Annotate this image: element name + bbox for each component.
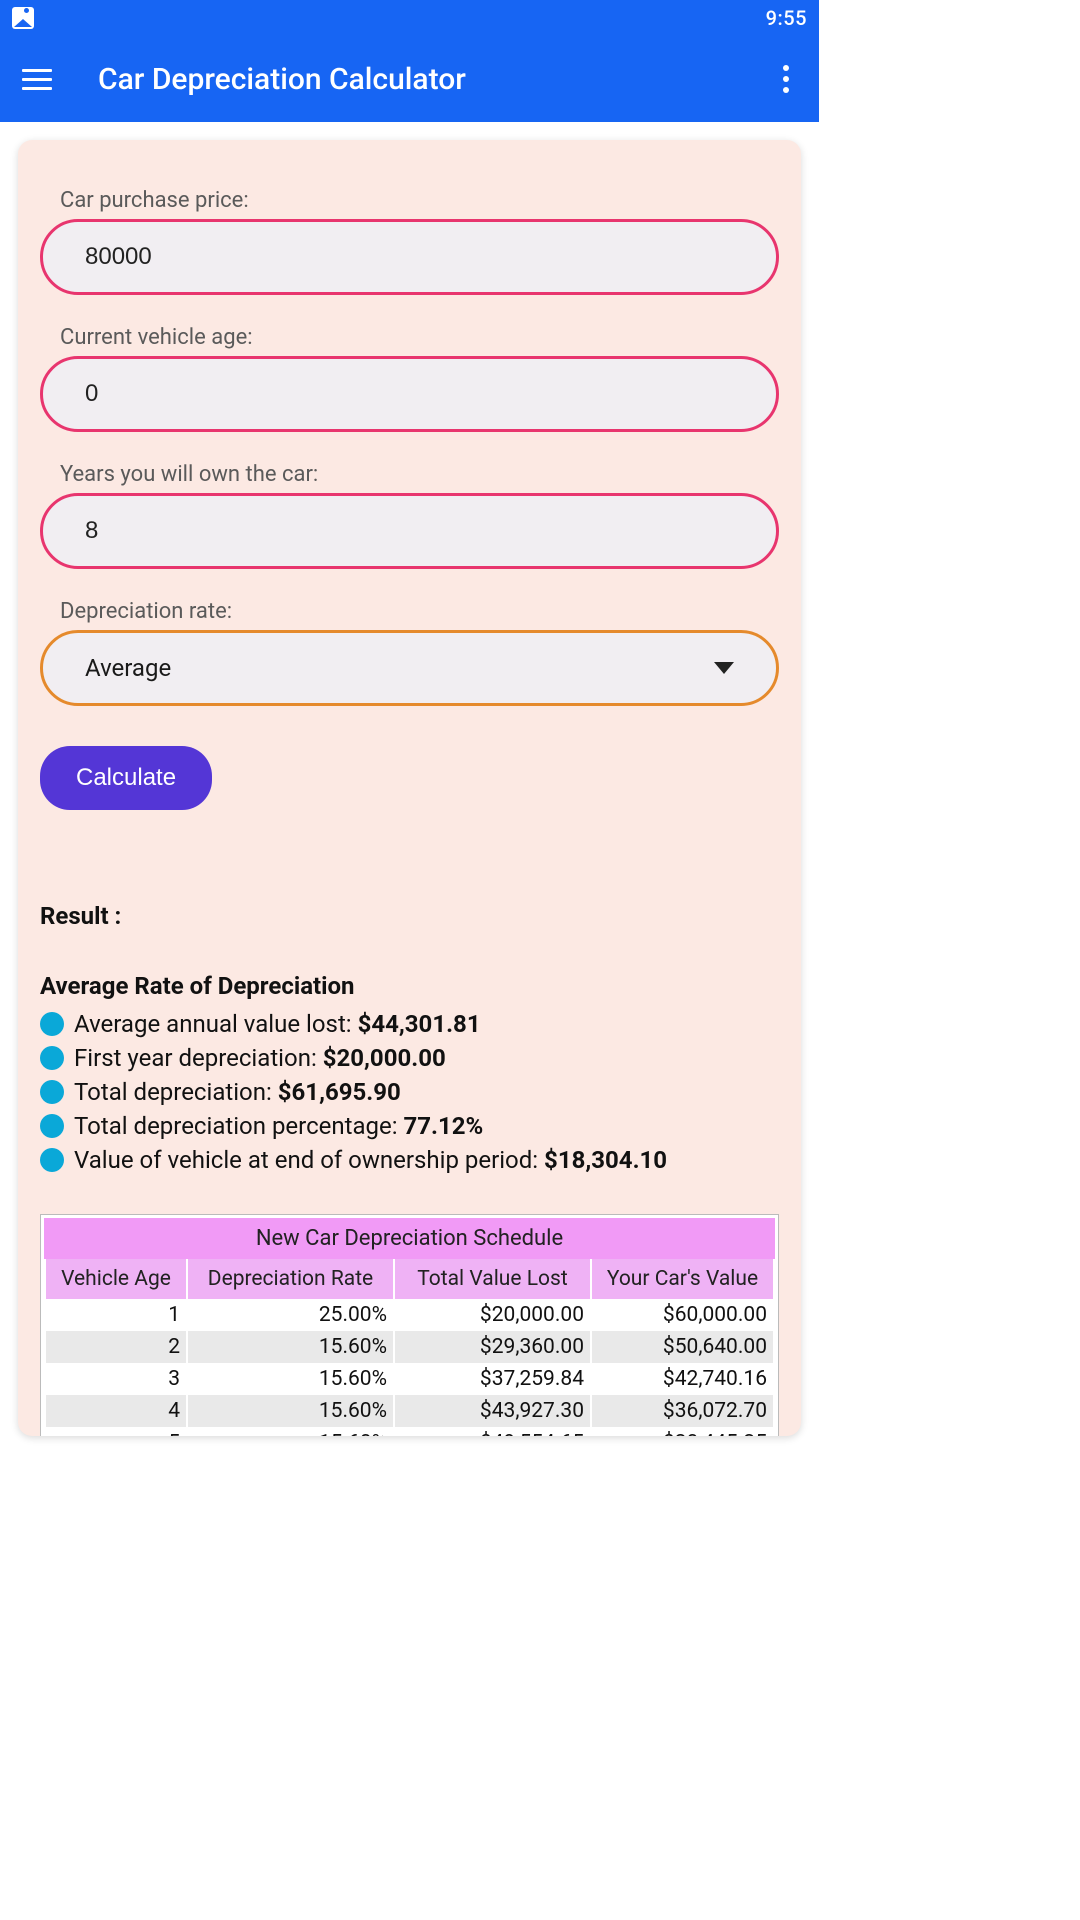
result-text: First year depreciation: $20,000.00 [74, 1044, 446, 1072]
bullet-icon [40, 1012, 64, 1036]
price-label: Car purchase price: [60, 188, 779, 213]
result-text: Total depreciation percentage: 77.12% [74, 1112, 483, 1140]
image-icon [12, 7, 34, 29]
chevron-down-icon [714, 662, 734, 674]
app-title: Car Depreciation Calculator [98, 62, 775, 97]
cell-value: $36,072.70 [592, 1395, 773, 1427]
th-value: Your Car's Value [592, 1259, 773, 1299]
table-row: 315.60%$37,259.84$42,740.16 [46, 1363, 773, 1395]
cell-age: 2 [46, 1331, 186, 1363]
bullet-icon [40, 1046, 64, 1070]
main-card: Car purchase price: Current vehicle age:… [18, 140, 801, 1436]
app-bar: Car Depreciation Calculator [0, 36, 819, 122]
table-row: 125.00%$20,000.00$60,000.00 [46, 1299, 773, 1331]
years-input[interactable] [40, 493, 779, 569]
cell-value: $42,740.16 [592, 1363, 773, 1395]
result-line: Value of vehicle at end of ownership per… [40, 1146, 779, 1174]
schedule-table: New Car Depreciation Schedule Vehicle Ag… [40, 1214, 779, 1436]
cell-value: $60,000.00 [592, 1299, 773, 1331]
status-time: 9:55 [766, 6, 807, 30]
cell-value: $50,640.00 [592, 1331, 773, 1363]
calculate-button[interactable]: Calculate [40, 746, 212, 810]
th-rate: Depreciation Rate [188, 1259, 393, 1299]
age-label: Current vehicle age: [60, 325, 779, 350]
cell-age: 3 [46, 1363, 186, 1395]
cell-age: 1 [46, 1299, 186, 1331]
price-input[interactable] [40, 219, 779, 295]
status-bar: 9:55 [0, 0, 819, 36]
cell-rate: 15.60% [188, 1331, 393, 1363]
table-row: 215.60%$29,360.00$50,640.00 [46, 1331, 773, 1363]
more-icon[interactable] [775, 57, 797, 101]
cell-lost: $49,554.65 [395, 1427, 590, 1436]
th-age: Vehicle Age [46, 1259, 186, 1299]
result-line: Average annual value lost: $44,301.81 [40, 1010, 779, 1038]
table-title: New Car Depreciation Schedule [44, 1218, 775, 1259]
cell-rate: 15.60% [188, 1427, 393, 1436]
table-row: 415.60%$43,927.30$36,072.70 [46, 1395, 773, 1427]
status-left [12, 7, 34, 29]
result-text: Total depreciation: $61,695.90 [74, 1078, 401, 1106]
cell-lost: $29,360.00 [395, 1331, 590, 1363]
result-text: Average annual value lost: $44,301.81 [74, 1010, 481, 1038]
result-text: Value of vehicle at end of ownership per… [74, 1146, 667, 1174]
cell-age: 5 [46, 1427, 186, 1436]
cell-rate: 15.60% [188, 1363, 393, 1395]
result-heading: Result : [40, 902, 779, 930]
bullet-icon [40, 1148, 64, 1172]
cell-lost: $20,000.00 [395, 1299, 590, 1331]
rate-value: Average [85, 654, 714, 682]
rate-select[interactable]: Average [40, 630, 779, 706]
rate-label: Depreciation rate: [60, 599, 779, 624]
cell-lost: $37,259.84 [395, 1363, 590, 1395]
cell-rate: 25.00% [188, 1299, 393, 1331]
result-line: First year depreciation: $20,000.00 [40, 1044, 779, 1072]
result-line: Total depreciation percentage: 77.12% [40, 1112, 779, 1140]
years-label: Years you will own the car: [60, 462, 779, 487]
table-row: 515.60%$49,554.65$30,445.35 [46, 1427, 773, 1436]
cell-rate: 15.60% [188, 1395, 393, 1427]
cell-lost: $43,927.30 [395, 1395, 590, 1427]
th-lost: Total Value Lost [395, 1259, 590, 1299]
cell-age: 4 [46, 1395, 186, 1427]
age-input[interactable] [40, 356, 779, 432]
menu-icon[interactable] [22, 69, 52, 90]
cell-value: $30,445.35 [592, 1427, 773, 1436]
bullet-icon [40, 1080, 64, 1104]
bullet-icon [40, 1114, 64, 1138]
result-subheading: Average Rate of Depreciation [40, 972, 779, 1000]
result-line: Total depreciation: $61,695.90 [40, 1078, 779, 1106]
